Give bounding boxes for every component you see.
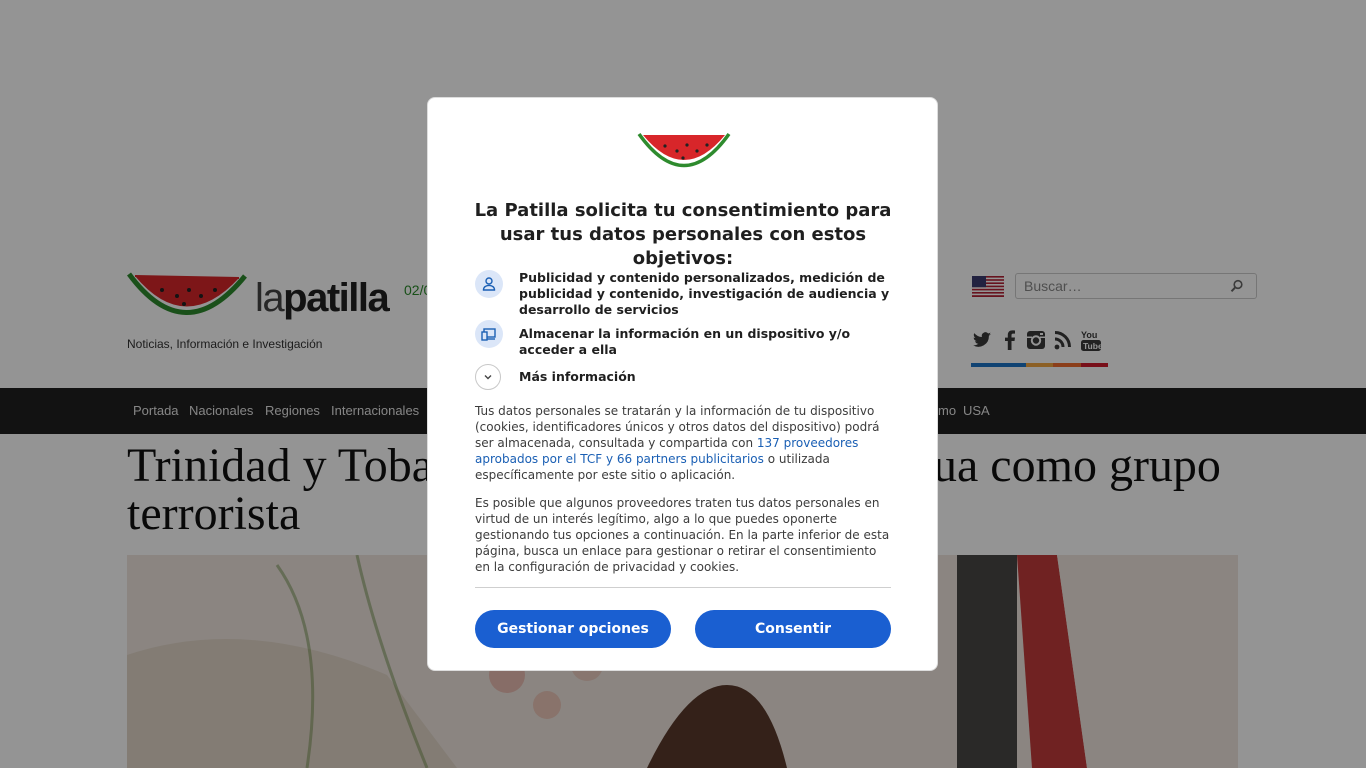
- chevron-down-icon: [484, 375, 492, 380]
- purpose-text: Publicidad y contenido personalizados, m…: [519, 270, 890, 317]
- manage-options-button[interactable]: Gestionar opciones: [475, 610, 671, 648]
- consent-button[interactable]: Consentir: [695, 610, 891, 648]
- consent-title: La Patilla solicita tu consentimiento pa…: [474, 200, 892, 269]
- more-info-button[interactable]: [475, 364, 501, 390]
- divider: [475, 587, 891, 588]
- purpose-text: Almacenar la información en un dispositi…: [519, 326, 851, 357]
- consent-dialog: La Patilla solicita tu consentimiento pa…: [427, 97, 938, 671]
- purpose-icon-wrap: [475, 270, 503, 298]
- devices-icon: [481, 328, 496, 341]
- watermelon-logo-icon: [637, 132, 731, 168]
- person-icon: [482, 277, 496, 291]
- page: lapatilla Noticias, Información e Invest…: [0, 0, 1366, 768]
- purpose-item: Publicidad y contenido personalizados, m…: [475, 270, 905, 317]
- purpose-icon-wrap: [475, 320, 503, 348]
- more-info-label: Más información: [519, 369, 636, 384]
- purpose-item: Almacenar la información en un dispositi…: [475, 320, 905, 357]
- more-info-toggle[interactable]: Más información: [475, 364, 905, 390]
- consent-paragraph-1: Tus datos personales se tratarán y la in…: [475, 403, 893, 483]
- consent-paragraph-2: Es posible que algunos proveedores trate…: [475, 496, 890, 574]
